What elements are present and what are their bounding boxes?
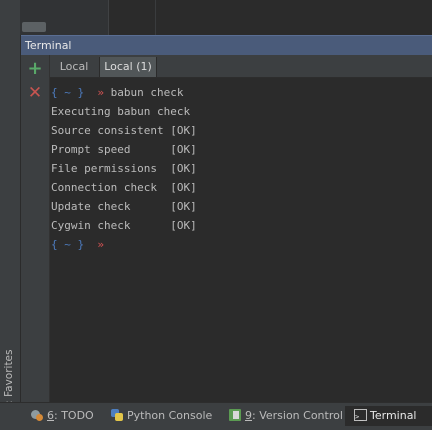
editor-area-remnant bbox=[0, 0, 432, 35]
terminal-tool-window-header: Terminal bbox=[21, 35, 432, 55]
terminal-actions-toolbar: + ✕ bbox=[21, 55, 50, 402]
scrollbar-thumb[interactable] bbox=[22, 22, 46, 32]
python-console-tool-button[interactable]: Python Console bbox=[110, 406, 212, 426]
editor-divider bbox=[108, 0, 109, 35]
close-icon[interactable]: ✕ bbox=[27, 85, 43, 102]
prompt-arrow: » bbox=[97, 86, 104, 99]
output-line: Update check [OK] bbox=[51, 200, 197, 213]
todo-shortcut-number: 6 bbox=[47, 409, 54, 422]
top-left-stripe bbox=[0, 0, 20, 35]
terminal-output[interactable]: { ~ } » babun check Executing babun chec… bbox=[50, 78, 432, 402]
python-console-label: Python Console bbox=[127, 409, 213, 422]
output-line: Source consistent [OK] bbox=[51, 124, 197, 137]
terminal-tabs: Local Local (1) bbox=[50, 55, 432, 78]
todo-icon bbox=[30, 408, 44, 422]
plus-icon[interactable]: + bbox=[27, 60, 43, 78]
prompt-cwd: { ~ } bbox=[51, 238, 85, 251]
terminal-icon bbox=[354, 407, 367, 427]
version-control-icon bbox=[228, 408, 242, 422]
output-line: Connection check [OK] bbox=[51, 181, 197, 194]
prompt-line: { ~ } » babun check bbox=[51, 83, 183, 102]
todo-label: : TODO bbox=[54, 409, 94, 422]
tab-local-1[interactable]: Local (1) bbox=[99, 57, 157, 77]
terminal-title: Terminal bbox=[25, 39, 72, 52]
left-tool-stripe: 2: Favorites ★ bbox=[0, 35, 21, 426]
prompt-arrow: » bbox=[97, 238, 104, 251]
terminal-button-label: Terminal bbox=[370, 409, 417, 422]
version-control-tool-button[interactable]: 9: Version Control bbox=[228, 406, 343, 426]
output-line: Executing babun check bbox=[51, 105, 191, 118]
version-control-shortcut-number: 9 bbox=[245, 409, 252, 422]
prompt-cwd: { ~ } bbox=[51, 86, 85, 99]
editor-right-margin bbox=[155, 0, 156, 35]
prompt-line: { ~ } » bbox=[51, 235, 104, 254]
favorites-label-text: : Favorites bbox=[3, 349, 15, 404]
terminal-tool-button[interactable]: Terminal bbox=[345, 406, 432, 427]
python-icon bbox=[110, 408, 124, 422]
version-control-label: : Version Control bbox=[252, 409, 343, 422]
output-line: File permissions [OK] bbox=[51, 162, 197, 175]
command-text: babun check bbox=[110, 86, 184, 99]
output-line: Cygwin check [OK] bbox=[51, 219, 197, 232]
todo-tool-button[interactable]: 6: TODO bbox=[30, 406, 94, 426]
bottom-tool-stripe: 6: TODO Python Console 9: Version Contro… bbox=[0, 402, 432, 430]
tab-local[interactable]: Local bbox=[50, 57, 98, 77]
output-line: Prompt speed [OK] bbox=[51, 143, 197, 156]
